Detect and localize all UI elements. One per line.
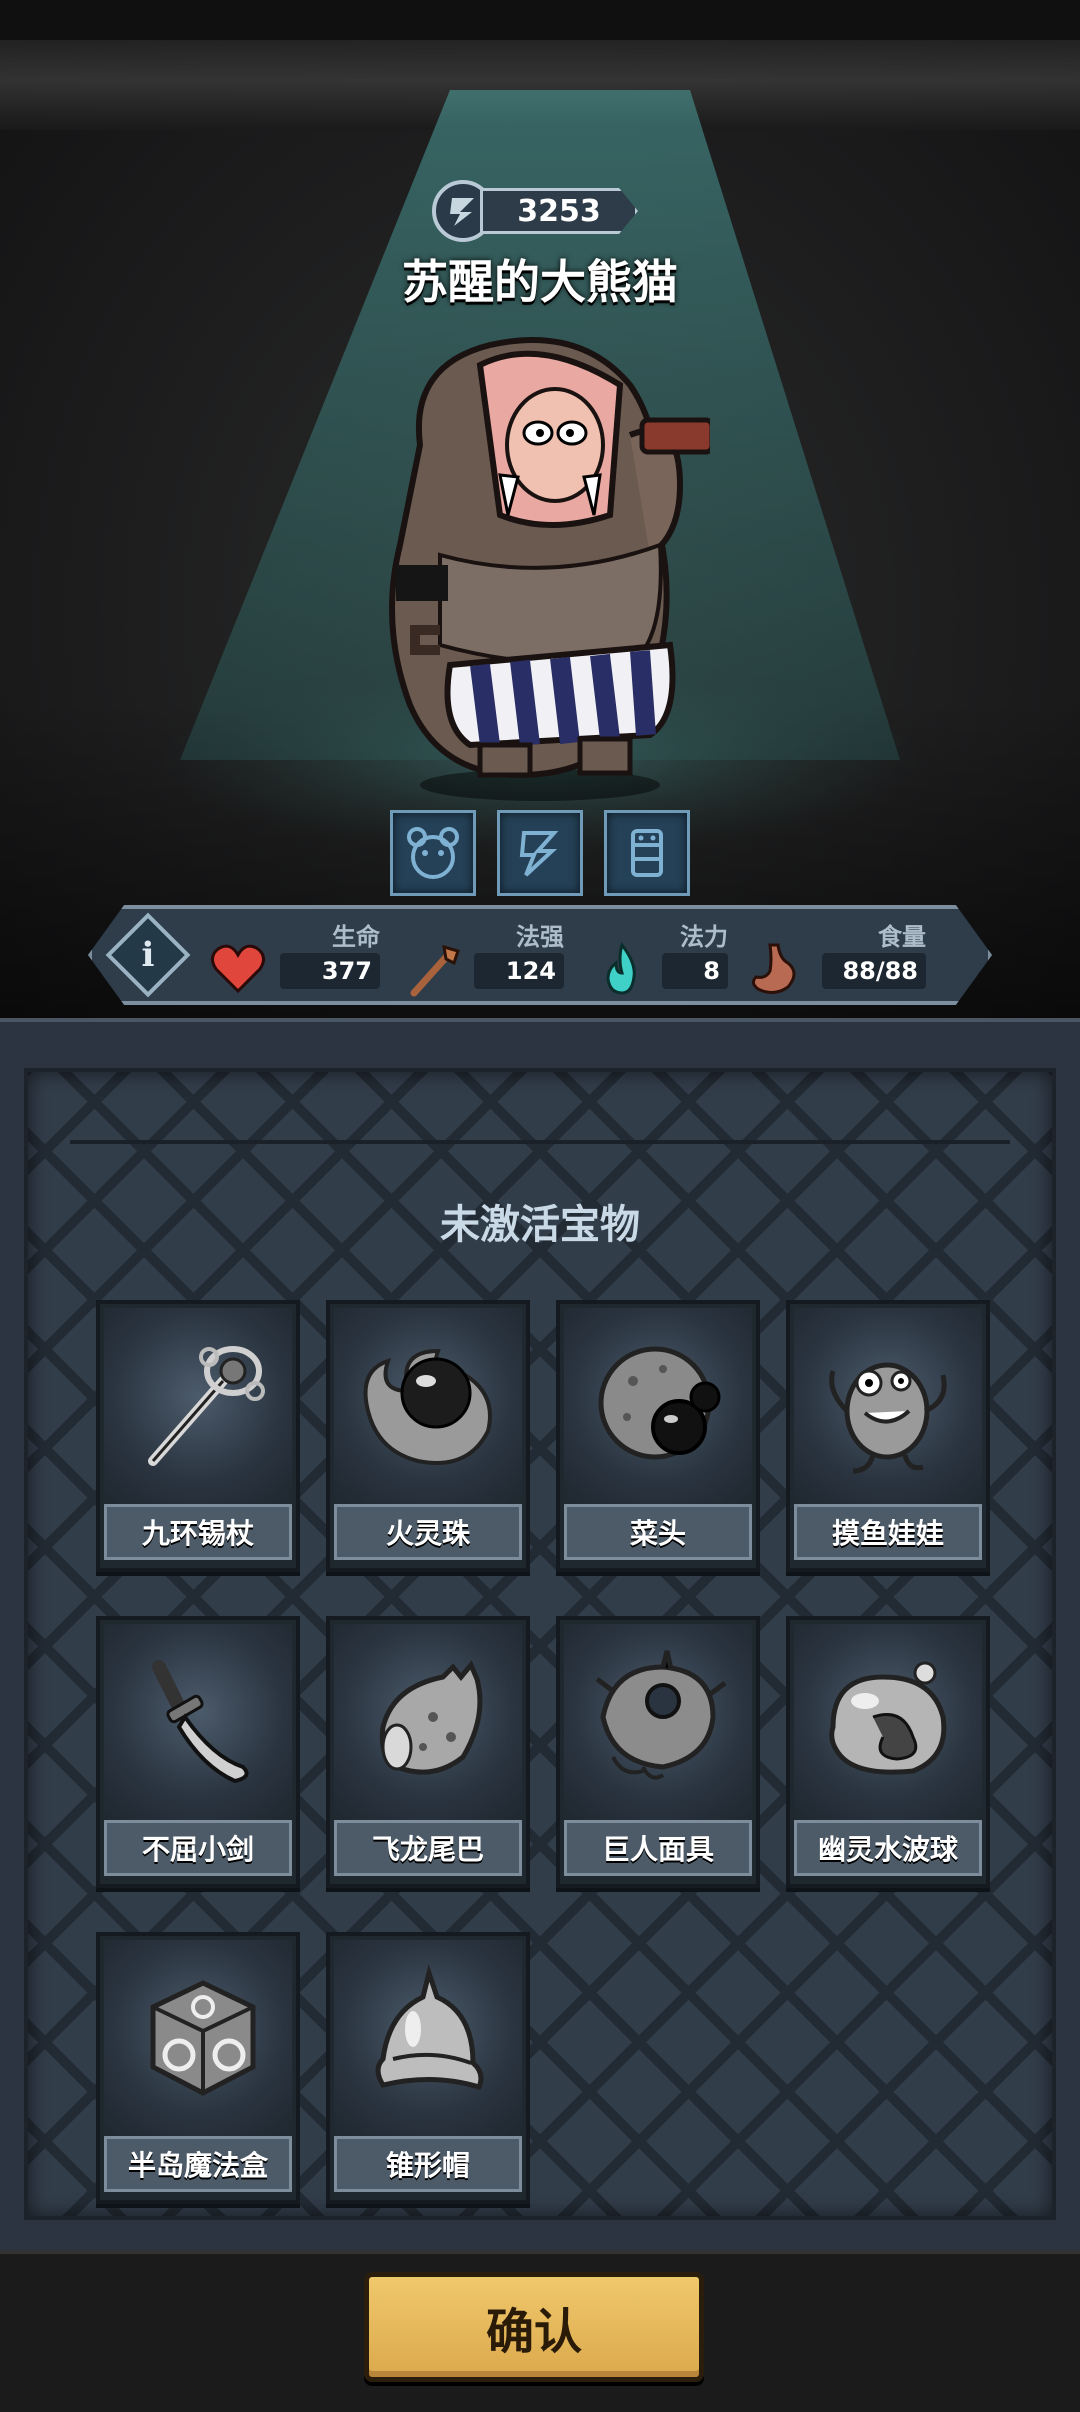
section-title: 未激活宝物 [440,1202,640,1248]
treasure-name: 巨人面具 [564,1820,752,1876]
spiked-ball-icon [598,1346,721,1460]
lightning-icon [519,831,559,877]
fish-doll-icon [829,1362,947,1474]
treasure-card[interactable]: 巨人面具 [556,1616,760,1888]
treasure-card[interactable]: 飞龙尾巴 [326,1616,530,1888]
treasure-art [794,1308,982,1504]
treasure-card[interactable]: 摸鱼娃娃 [786,1300,990,1572]
heart-icon [211,944,265,994]
stat-mana-label: 法力 [680,923,728,951]
stat-spell-power: 法强 124 [404,917,564,997]
fire-orb-icon [363,1348,492,1465]
confirm-button[interactable]: 确认 [364,2272,704,2382]
stat-hp: 生命 377 [208,917,380,997]
treasure-name: 半岛魔法盒 [104,2136,292,2192]
skill-list [390,810,690,896]
character-name: 苏醒的大熊猫 [402,255,678,309]
cone-helmet-icon [375,1964,484,2091]
stat-spell-power-label: 法强 [516,923,564,951]
treasure-art [104,1308,292,1504]
treasure-card[interactable]: 幽灵水波球 [786,1616,990,1888]
treasure-card[interactable]: 菜头 [556,1300,760,1572]
treasure-name: 菜头 [564,1504,752,1560]
treasure-art [334,1308,522,1504]
power-badge: 3253 [432,180,642,242]
treasure-name: 火灵珠 [334,1504,522,1560]
power-value: 3253 [480,188,638,234]
totem-icon [631,829,663,877]
treasure-name: 摸鱼娃娃 [794,1504,982,1560]
treasure-card[interactable]: 半岛魔法盒 [96,1932,300,2204]
treasure-name: 锥形帽 [334,2136,522,2192]
treasure-art [334,1940,522,2136]
skill-slot-1[interactable] [390,810,476,896]
stat-appetite-label: 食量 [878,923,926,951]
stat-mana: 法力 8 [592,917,728,997]
treasure-name: 不屈小剑 [104,1820,292,1876]
treasure-art [564,1624,752,1820]
treasure-card[interactable]: 九环锡杖 [96,1300,300,1572]
stat-bar: i 生命 377 法强 124 法力 8 食量 88/88 [88,905,992,1005]
skill-slot-2[interactable] [497,810,583,896]
skill-slot-3[interactable] [604,810,690,896]
info-icon: i [141,935,155,975]
giant-mask-icon [595,1650,727,1780]
treasure-art [564,1308,752,1504]
treasure-card[interactable]: 锥形帽 [326,1932,530,2204]
magic-box-icon [150,1980,256,2096]
treasure-card[interactable]: 火灵珠 [326,1300,530,1572]
treasure-name: 九环锡杖 [104,1504,292,1560]
stat-hp-value: 377 [280,953,380,989]
treasure-card[interactable]: 不屈小剑 [96,1616,300,1888]
mana-flame-icon [606,941,636,995]
stat-hp-label: 生命 [332,923,380,951]
stat-appetite-value: 88/88 [822,953,926,989]
short-sword-icon [152,1660,249,1784]
staff-icon [410,944,460,997]
stomach-icon [751,943,796,994]
treasure-art [334,1624,522,1820]
stat-appetite: 食量 88/88 [744,917,926,997]
ring-staff-icon [148,1346,265,1466]
hippo-character-illustration [389,337,710,801]
treasure-art [104,1940,292,2136]
ghost-water-orb-icon [829,1661,947,1775]
treasure-art [104,1624,292,1820]
panel-divider [70,1140,1010,1144]
treasure-name: 飞龙尾巴 [334,1820,522,1876]
stat-spell-power-value: 124 [474,953,564,989]
bear-head-icon [407,827,459,879]
treasure-art [794,1624,982,1820]
dragon-tail-icon [379,1660,483,1775]
treasure-name: 幽灵水波球 [794,1820,982,1876]
stat-mana-value: 8 [662,953,728,989]
